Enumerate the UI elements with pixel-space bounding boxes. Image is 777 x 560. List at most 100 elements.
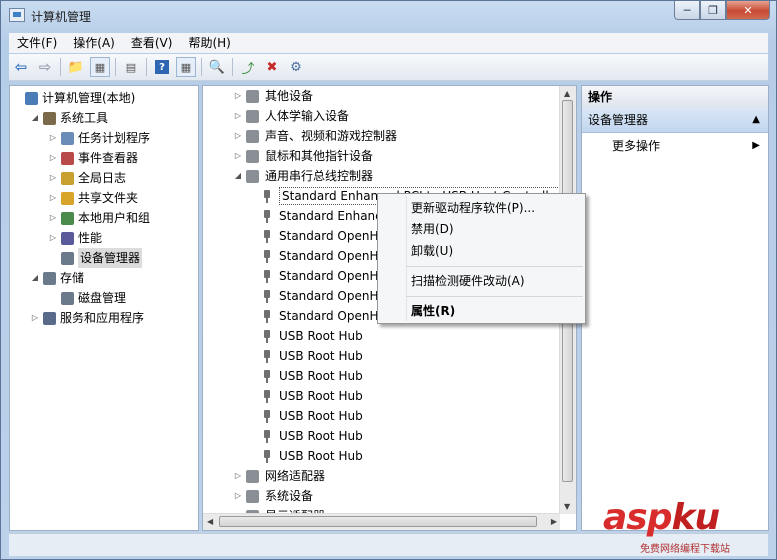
tree-item[interactable]: 设备管理器 [48,248,143,268]
watermark-logo: aspku [603,497,721,538]
menu-item-scan-hardware[interactable]: 扫描检测硬件改动(A) [411,271,525,291]
usb-controller-icon [246,169,259,183]
expand-arrow-icon[interactable]: ▷ [48,168,58,188]
scroll-left-arrow-icon[interactable]: ◀ [207,517,213,526]
watermark-mark-text: ku [671,497,721,538]
restore-button[interactable]: ❐ [700,1,726,20]
expand-arrow-icon[interactable]: ▷ [233,106,243,126]
minimize-icon: ─ [683,3,691,17]
expand-arrow-icon[interactable]: ▷ [48,228,58,248]
device-label: USB Root Hub [279,449,363,463]
tree-item[interactable]: ◢ 存储 [30,268,84,288]
horizontal-scrollbar[interactable]: ◀ ▶ [203,513,560,530]
scan-hardware-button[interactable]: 🔍 [207,57,227,77]
update-driver-icon: ⤴ [241,61,255,77]
menu-item-update-driver[interactable]: 更新驱动程序软件(P)... [411,198,535,218]
usb-plug-icon [263,349,271,363]
horizontal-scroll-thumb[interactable] [219,516,537,527]
actions-section-device-manager[interactable]: 设备管理器 ▲ [582,108,768,133]
device-item[interactable]: USB Root Hub [259,366,363,386]
device-category[interactable]: ▷ 鼠标和其他指针设备 [233,146,373,166]
expand-arrow-icon[interactable]: ▷ [233,146,243,166]
scan-hardware-icon: 🔍 [208,59,226,75]
device-label: USB Root Hub [279,429,363,443]
device-item[interactable]: USB Root Hub [259,326,363,346]
context-menu-gutter [406,196,407,321]
device-category[interactable]: ▷ 网络适配器 [233,466,325,486]
tree-item-label: 全局日志 [78,171,127,185]
device-item[interactable]: USB Root Hub [259,386,363,406]
expand-arrow-icon[interactable]: ▷ [233,86,243,106]
tree-item[interactable]: ▷ 事件查看器 [48,148,138,168]
disable-button[interactable]: ⚙ [286,57,306,77]
device-category[interactable]: ▷ 人体学输入设备 [233,106,349,126]
menu-help[interactable]: 帮助(H) [180,33,238,53]
device-item[interactable]: USB Root Hub [259,446,363,466]
usb-plug-icon [263,329,271,343]
log-icon [61,171,74,185]
tree-item[interactable]: ▷ 任务计划程序 [48,128,150,148]
expand-arrow-icon[interactable]: ▷ [233,486,243,506]
back-button[interactable]: ⇦ [11,57,31,77]
console-tree-icon: ▦ [94,60,106,74]
menu-file[interactable]: 文件(F) [9,33,65,53]
device-item[interactable]: USB Root Hub [259,346,363,366]
help-button[interactable]: ? [152,57,172,77]
tree-item[interactable]: ▷ 全局日志 [48,168,126,188]
update-driver-button[interactable]: ⤴ [238,57,258,77]
show-action-pane-button[interactable]: ▦ [176,57,196,77]
tree-item-label: 设备管理器 [78,248,143,268]
device-label: 其他设备 [265,89,314,103]
expand-arrow-icon[interactable]: ▷ [233,126,243,146]
scroll-right-arrow-icon[interactable]: ▶ [551,517,557,526]
clock-icon [61,131,74,145]
expand-arrow-icon[interactable]: ▷ [48,148,58,168]
tree-item[interactable]: ◢ 系统工具 [30,108,108,128]
actions-header: 操作 [582,86,768,109]
device-label: USB Root Hub [279,389,363,403]
export-list-button[interactable]: ▤ [121,57,141,77]
expand-arrow-icon[interactable]: ◢ [30,268,40,288]
device-category[interactable]: ▷ 声音、视频和游戏控制器 [233,126,397,146]
expand-arrow-icon[interactable]: ◢ [233,166,243,186]
menu-item-uninstall[interactable]: 卸载(U) [411,241,453,261]
device-item[interactable]: USB Root Hub [259,426,363,446]
tree-item[interactable]: ▷ 性能 [48,228,102,248]
expand-arrow-icon[interactable]: ▷ [48,128,58,148]
tree-item-label: 计算机管理(本地) [42,91,136,105]
expand-arrow-icon[interactable]: ▷ [48,188,58,208]
device-item[interactable]: USB Root Hub [259,406,363,426]
tree-item[interactable]: 磁盘管理 [48,288,126,308]
up-level-button[interactable]: 📁 [66,57,86,77]
usb-plug-icon [263,209,271,223]
menu-action[interactable]: 操作(A) [65,33,123,53]
shared-folder-icon [61,191,74,205]
forward-button[interactable]: ⇨ [35,57,55,77]
device-category[interactable]: ◢ 通用串行总线控制器 [233,166,373,186]
device-category[interactable]: ▷ 其他设备 [233,86,313,106]
toolbar-separator [60,58,61,76]
uninstall-button[interactable]: ✖ [262,57,282,77]
tree-item[interactable]: 计算机管理(本地) [12,88,135,108]
menu-view[interactable]: 查看(V) [123,33,181,53]
collapse-up-icon[interactable]: ▲ [752,108,760,132]
tree-item[interactable]: ▷ 共享文件夹 [48,188,138,208]
expand-arrow-icon[interactable]: ▷ [48,208,58,228]
expand-arrow-icon[interactable]: ◢ [30,108,40,128]
menu-item-properties[interactable]: 属性(R) [411,301,455,321]
tree-item[interactable]: ▷ 服务和应用程序 [30,308,144,328]
minimize-button[interactable]: ─ [674,1,700,20]
show-hide-tree-button[interactable]: ▦ [90,57,110,77]
device-category[interactable]: ▷ 系统设备 [233,486,313,506]
scroll-up-arrow-icon[interactable]: ▲ [564,89,570,98]
scroll-down-arrow-icon[interactable]: ▼ [564,502,570,511]
more-actions-item[interactable]: 更多操作 [612,136,660,156]
expand-arrow-icon[interactable]: ▷ [233,466,243,486]
tree-item[interactable]: ▷ 本地用户和组 [48,208,150,228]
usb-plug-icon [263,309,271,323]
close-button[interactable]: ✕ [726,1,770,20]
storage-icon [43,271,56,285]
mouse-icon [246,149,259,163]
menu-item-disable[interactable]: 禁用(D) [411,219,454,239]
expand-arrow-icon[interactable]: ▷ [30,308,40,328]
